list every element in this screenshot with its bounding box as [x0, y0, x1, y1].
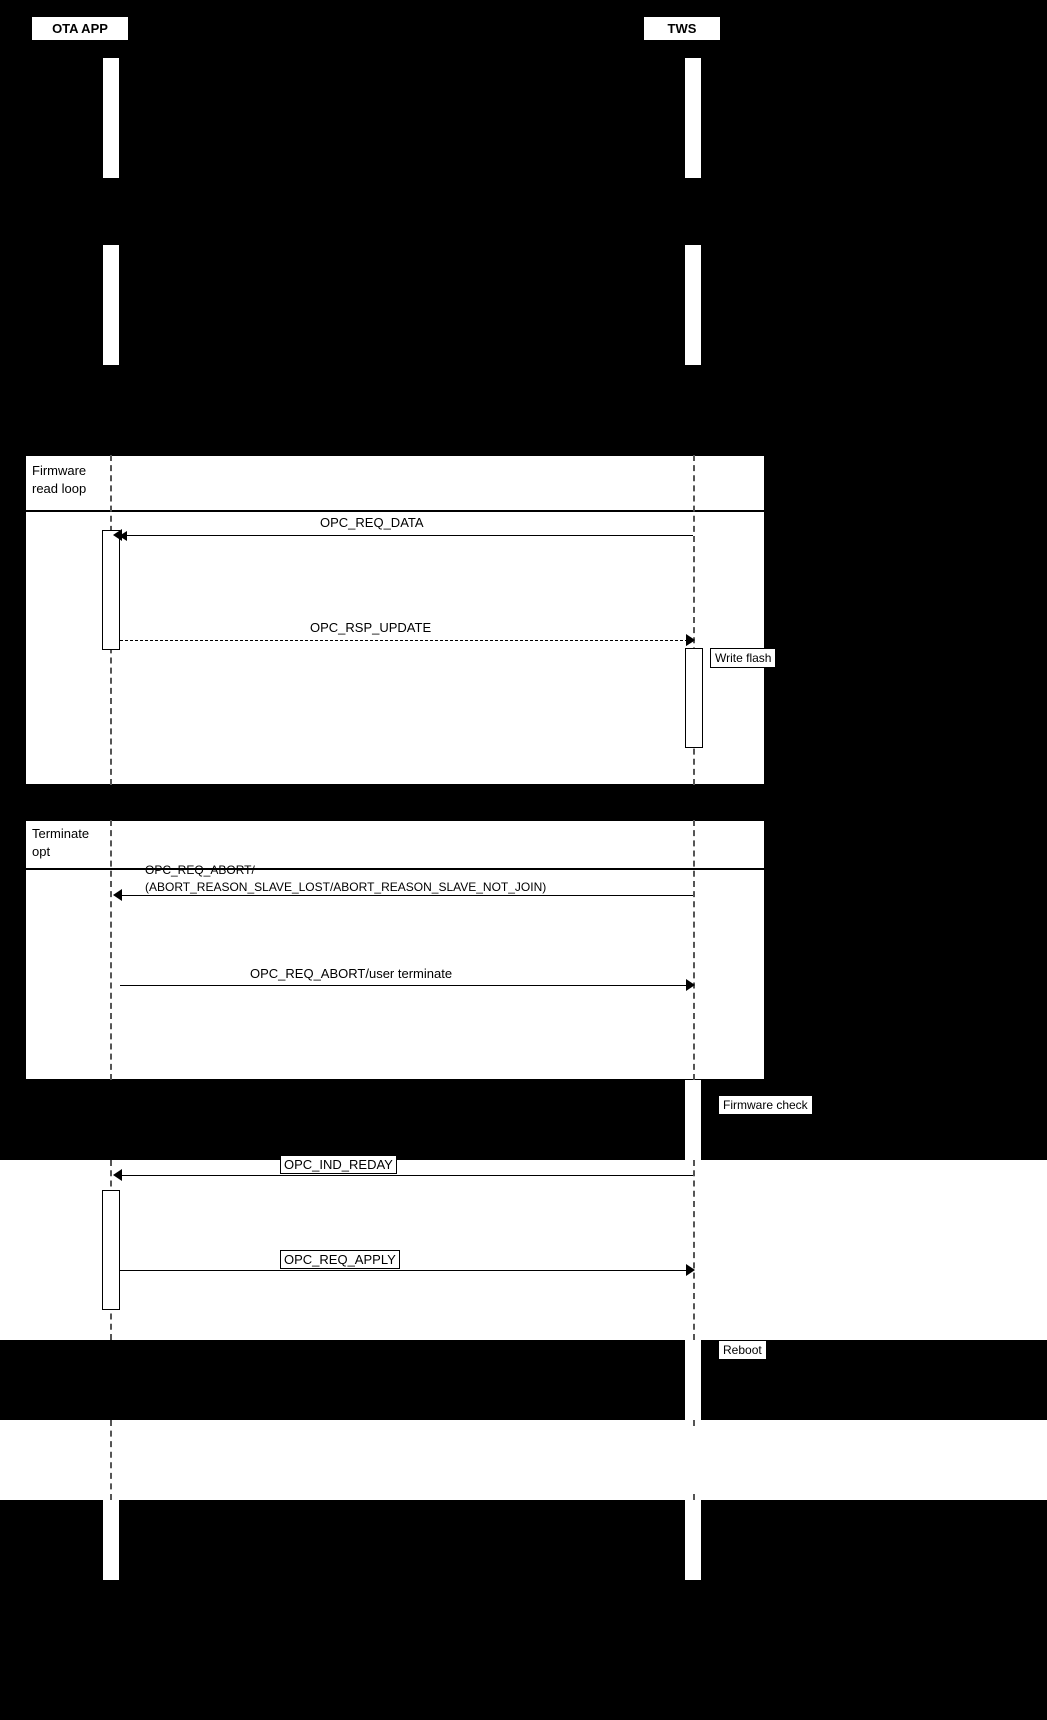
opc-req-abort-user-label: OPC_REQ_ABORT/user terminate [250, 966, 452, 981]
opc-ind-reday-arrowhead [113, 1169, 122, 1181]
actor-tws: TWS [642, 15, 722, 42]
opc-req-abort-auto-arrowhead [113, 889, 122, 901]
black-section-final [0, 1500, 1047, 1720]
reboot-note: Reboot [718, 1340, 767, 1360]
ota-activation-loop [102, 530, 120, 650]
tws-lifeline-opt [693, 820, 695, 1080]
sequence-diagram: OTA APP TWS Firmwareread loop OPC_REQ_DA… [0, 0, 1047, 1720]
ota-activation-mid [102, 1190, 120, 1310]
tws-lifeline-mid2 [693, 1160, 695, 1340]
tws-lifeline-top1 [685, 58, 701, 178]
opc-ind-reday-label-box: OPC_IND_REDAY [280, 1155, 397, 1174]
opc-req-data-arrowhead [113, 529, 122, 541]
opc-req-data-label: OPC_REQ_DATA [320, 515, 424, 530]
opc-req-abort-user-arrowhead [686, 979, 695, 991]
opc-req-abort-user-arrow [120, 985, 693, 986]
ota-lifeline-bottom [110, 1420, 112, 1500]
white-section-mid [0, 1160, 1047, 1340]
tws-lifeline-final [685, 1500, 701, 1580]
terminate-opt-label: Terminateopt [32, 825, 89, 861]
tws-lifeline-bottombar [685, 1430, 701, 1490]
loop-frame-separator [25, 510, 765, 512]
firmware-check-note: Firmware check [718, 1095, 813, 1115]
top-section [0, 0, 1047, 430]
opc-rsp-update-arrowhead [686, 634, 695, 646]
tws-lifeline-mid [685, 1080, 701, 1160]
tws-activation-write-flash [685, 648, 703, 748]
write-flash-note: Write flash [710, 648, 776, 668]
opc-req-apply-label-box: OPC_REQ_APPLY [280, 1250, 400, 1269]
ota-lifeline-opt [110, 820, 112, 1080]
terminate-opt-frame [25, 820, 765, 1080]
tws-lifeline-top2 [685, 245, 701, 365]
black-section-mid [0, 1080, 1047, 1160]
black-section-bottom1 [0, 1340, 1047, 1420]
opc-req-abort-auto-label: OPC_REQ_ABORT/(ABORT_REASON_SLAVE_LOST/A… [145, 862, 546, 896]
ota-lifeline-final [103, 1500, 119, 1580]
opc-req-apply-arrow [120, 1270, 693, 1271]
tws-lifeline-bottom1 [685, 1340, 701, 1420]
actor-ota-app: OTA APP [30, 15, 130, 42]
opc-req-apply-arrowhead [686, 1264, 695, 1276]
opc-rsp-update-arrow [120, 640, 693, 641]
ota-lifeline-top2 [103, 245, 119, 365]
firmware-read-loop-label: Firmwareread loop [32, 462, 86, 498]
opc-req-data-arrow [120, 535, 693, 536]
opc-ind-reday-arrow [120, 1175, 693, 1176]
ota-lifeline-top1 [103, 58, 119, 178]
opc-rsp-update-label: OPC_RSP_UPDATE [310, 620, 431, 635]
white-section-bottom [0, 1420, 1047, 1500]
